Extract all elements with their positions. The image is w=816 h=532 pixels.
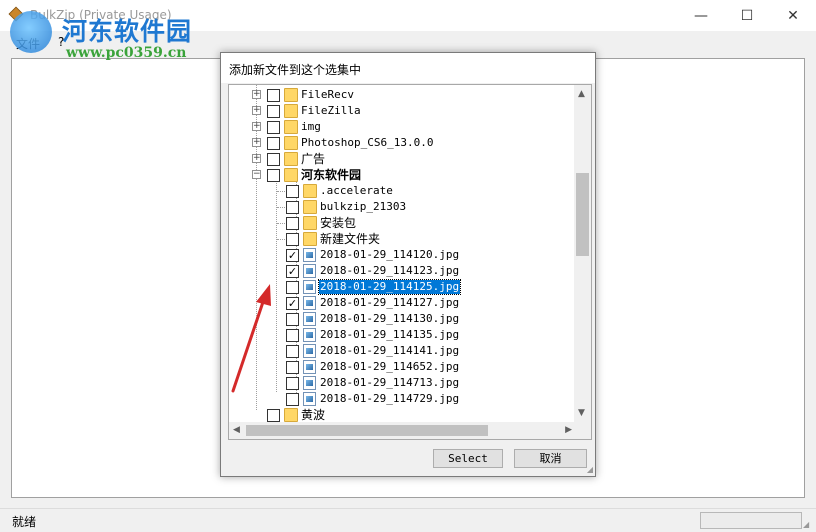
annotation-arrow-icon (231, 284, 271, 393)
